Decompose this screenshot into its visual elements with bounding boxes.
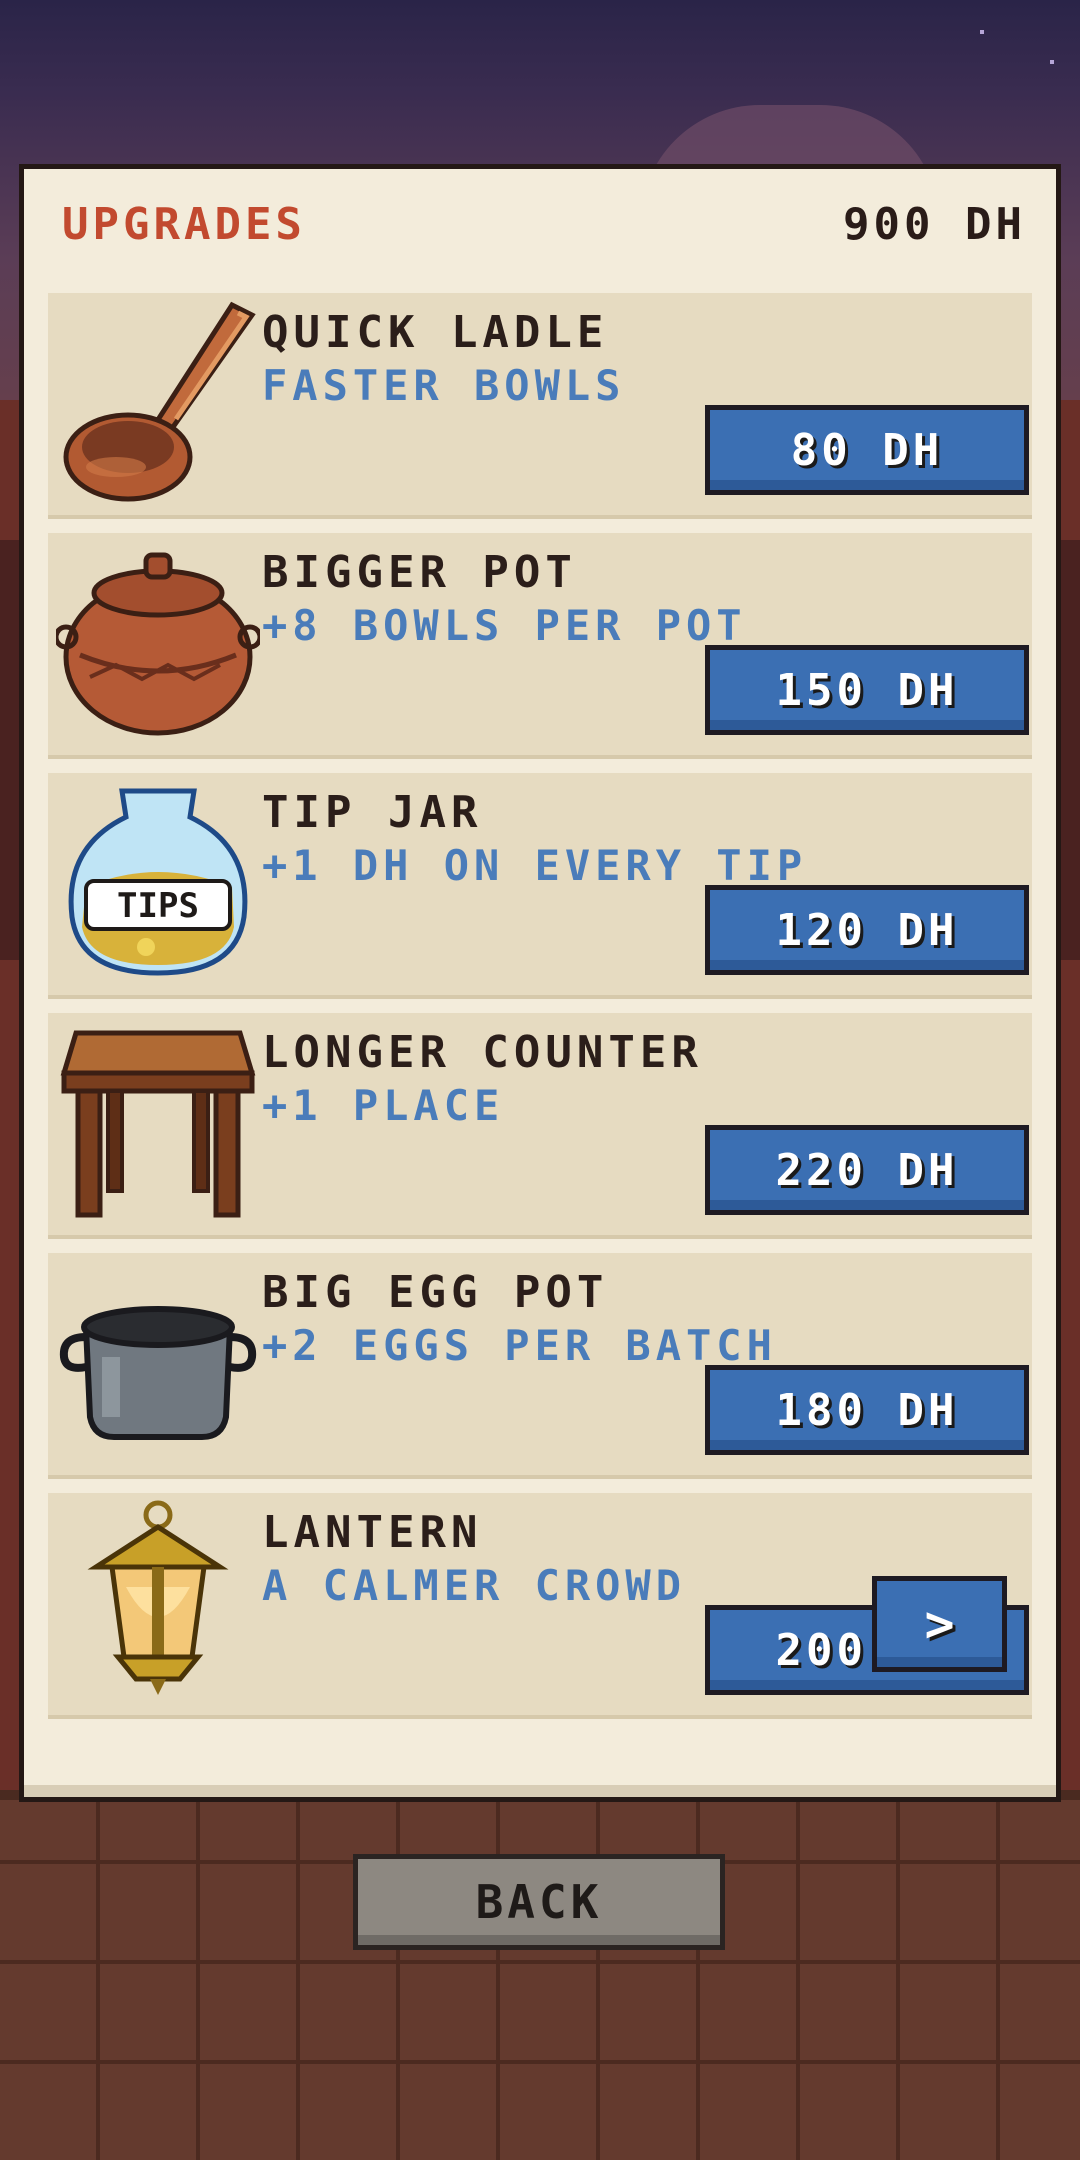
lantern-icon	[56, 1497, 260, 1705]
upgrade-name: BIG EGG POT	[262, 1267, 609, 1318]
upgrade-card-longer-counter: LONGER COUNTER +1 PLACE 220 DH	[48, 1013, 1032, 1239]
panel-title: UPGRADES	[62, 199, 306, 250]
upgrade-name: LONGER COUNTER	[262, 1027, 703, 1078]
upgrade-description: A CALMER CROWD	[262, 1561, 687, 1610]
upgrade-description: +8 BOWLS PER POT	[262, 601, 747, 650]
upgrade-card-quick-ladle: QUICK LADLE FASTER BOWLS 80 DH	[48, 293, 1032, 519]
upgrade-card-bigger-pot: BIGGER POT +8 BOWLS PER POT 150 DH	[48, 533, 1032, 759]
upgrade-name: LANTERN	[262, 1507, 483, 1558]
buy-button-quick-ladle[interactable]: 80 DH	[705, 405, 1029, 495]
upgrade-card-big-egg-pot: BIG EGG POT +2 EGGS PER BATCH 180 DH	[48, 1253, 1032, 1479]
clay-pot-icon	[53, 537, 263, 745]
table-icon	[56, 1017, 260, 1225]
upgrade-description: FASTER BOWLS	[262, 361, 626, 410]
buy-button-longer-counter[interactable]: 220 DH	[705, 1125, 1029, 1215]
upgrade-card-tip-jar: TIPS TIP JAR +1 DH ON EVERY TIP 120 DH	[48, 773, 1032, 999]
buy-button-tip-jar[interactable]: 120 DH	[705, 885, 1029, 975]
buy-button-big-egg-pot[interactable]: 180 DH	[705, 1365, 1029, 1455]
cooking-pot-icon	[56, 1257, 260, 1465]
tip-jar-icon: TIPS	[56, 777, 260, 985]
upgrade-name: QUICK LADLE	[262, 307, 609, 358]
upgrade-description: +2 EGGS PER BATCH	[262, 1321, 777, 1370]
back-button[interactable]: BACK	[353, 1854, 725, 1950]
upgrade-description: +1 PLACE	[262, 1081, 505, 1130]
star	[1050, 60, 1054, 64]
ladle-icon	[56, 297, 260, 505]
next-page-button[interactable]: >	[872, 1576, 1007, 1672]
star	[980, 30, 984, 34]
upgrades-panel: UPGRADES 900 DH QUICK LADLE FASTER BOWLS…	[19, 164, 1061, 1802]
money-display: 900 DH	[843, 199, 1026, 250]
tip-jar-label: TIPS	[117, 886, 199, 926]
upgrade-description: +1 DH ON EVERY TIP	[262, 841, 808, 890]
upgrade-name: TIP JAR	[262, 787, 483, 838]
upgrade-name: BIGGER POT	[262, 547, 577, 598]
buy-button-bigger-pot[interactable]: 150 DH	[705, 645, 1029, 735]
